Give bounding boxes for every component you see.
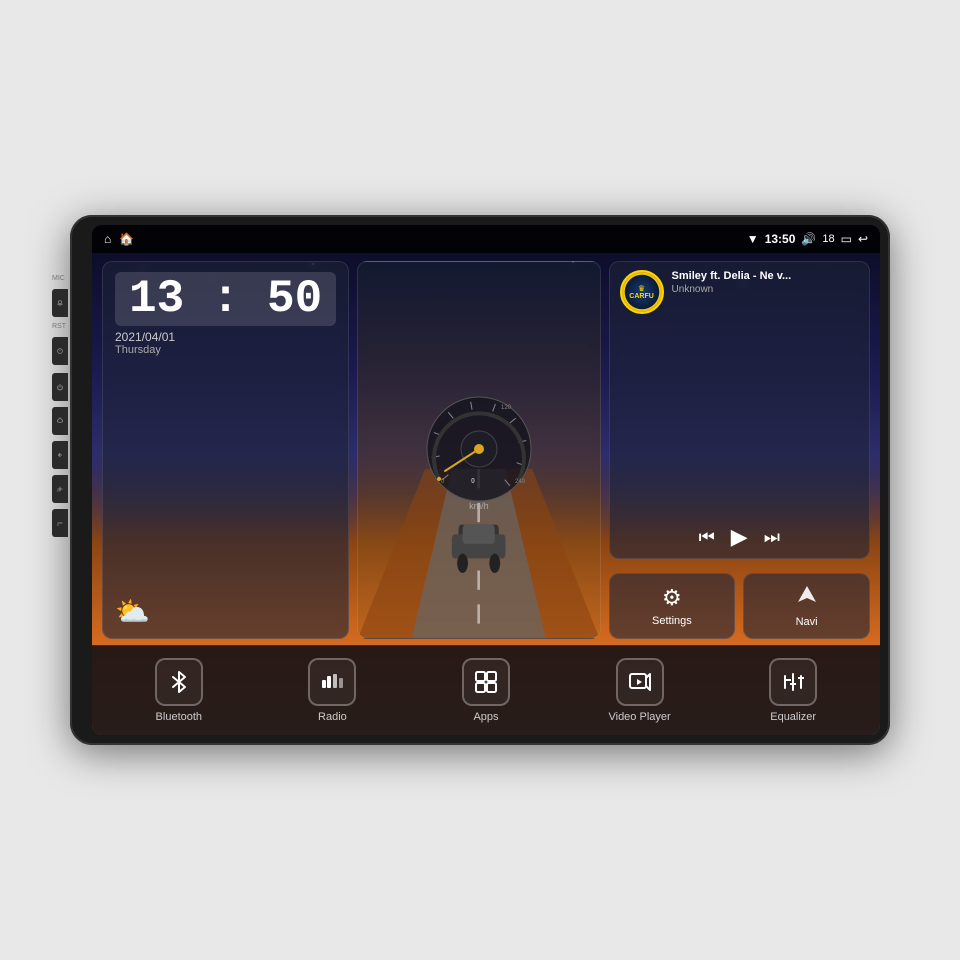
status-right: ▼ 13:50 🔊 18 ▭ ↩ <box>747 232 868 246</box>
vol-up-button[interactable]: 4+ <box>52 475 68 503</box>
side-buttons: MIC RST 4+ 4- <box>52 275 68 537</box>
music-controls: ⏮ ▶ ⏭ <box>620 524 859 550</box>
status-left: ⌂ 🏠 <box>104 232 134 246</box>
music-artist: Unknown <box>672 284 859 295</box>
status-bar: ⌂ 🏠 ▼ 13:50 🔊 18 ▭ ↩ <box>92 225 880 253</box>
speedometer-svg: 0 120 240 0 <box>419 389 539 509</box>
power-button[interactable] <box>52 373 68 401</box>
status-time: 13:50 <box>765 232 796 246</box>
navi-label: Navi <box>796 616 818 628</box>
svg-text:120: 120 <box>501 405 512 411</box>
radio-icon-box <box>308 658 356 706</box>
radio-button[interactable]: Radio <box>256 658 410 723</box>
main-screen: ⌂ 🏠 ▼ 13:50 🔊 18 ▭ ↩ <box>92 225 880 735</box>
clock-day: Thursday <box>115 344 336 356</box>
svg-text:4+: 4+ <box>57 489 61 493</box>
home-side-button[interactable] <box>52 407 68 435</box>
bluetooth-button[interactable]: Bluetooth <box>102 658 256 723</box>
settings-button[interactable]: ⚙ Settings <box>609 573 736 639</box>
equalizer-icon-box <box>769 658 817 706</box>
navi-icon <box>796 584 818 612</box>
bluetooth-label: Bluetooth <box>156 711 202 723</box>
rst-label: RST <box>52 323 68 330</box>
video-label: Video Player <box>608 711 670 723</box>
equalizer-label: Equalizer <box>770 711 816 723</box>
rst-button[interactable] <box>52 337 68 365</box>
logo-text: CARFU <box>629 293 654 300</box>
next-button[interactable]: ⏭ <box>764 527 780 548</box>
settings-label: Settings <box>652 615 692 627</box>
equalizer-icon <box>781 670 805 694</box>
music-title: Smiley ft. Delia - Ne v... <box>672 270 859 282</box>
radio-label: Radio <box>318 711 347 723</box>
weather-icon: ⛅ <box>115 595 336 628</box>
video-button[interactable]: Video Player <box>563 658 717 723</box>
navi-button[interactable]: Navi <box>743 573 870 639</box>
video-icon <box>628 670 652 694</box>
bottom-bar: Bluetooth Radio <box>92 645 880 735</box>
equalizer-button[interactable]: Equalizer <box>716 658 870 723</box>
car-stereo-device: MIC RST 4+ 4- ⌂ 🏠 <box>70 215 890 745</box>
music-logo: ♛ CARFU <box>620 270 664 314</box>
volume-icon: 🔊 <box>801 232 816 246</box>
right-col: ♛ CARFU Smiley ft. Delia - Ne v... Unkno… <box>609 261 870 639</box>
apps-label: Apps <box>473 711 498 723</box>
widgets-row: 13 : 50 2021/04/01 Thursday ⛅ <box>92 253 880 645</box>
speedometer-widget: 0 120 240 0 km/h <box>357 261 600 639</box>
apps-button[interactable]: Apps <box>409 658 563 723</box>
radio-icon <box>320 670 344 694</box>
back-side-button[interactable] <box>52 441 68 469</box>
prev-button[interactable]: ⏮ <box>699 527 715 548</box>
svg-text:0: 0 <box>471 478 475 485</box>
bluetooth-icon <box>167 670 191 694</box>
home-icon[interactable]: ⌂ <box>104 232 111 246</box>
wifi-icon: ▼ <box>747 232 759 246</box>
music-info: Smiley ft. Delia - Ne v... Unknown <box>672 270 859 295</box>
mic-label: MIC <box>52 275 68 282</box>
volume-level: 18 <box>822 233 834 245</box>
battery-icon: ▭ <box>841 232 852 246</box>
house-icon[interactable]: 🏠 <box>119 232 134 246</box>
music-top: ♛ CARFU Smiley ft. Delia - Ne v... Unkno… <box>620 270 859 314</box>
settings-navi-row: ⚙ Settings Navi <box>609 573 870 639</box>
svg-text:240: 240 <box>515 479 526 485</box>
apps-icon <box>474 670 498 694</box>
main-content: 13 : 50 2021/04/01 Thursday ⛅ <box>92 253 880 735</box>
speed-unit: km/h <box>469 501 489 511</box>
apps-icon-box <box>462 658 510 706</box>
back-icon[interactable]: ↩ <box>858 232 868 246</box>
vol-down-button[interactable]: 4- <box>52 509 68 537</box>
bluetooth-icon-box <box>155 658 203 706</box>
svg-text:4-: 4- <box>57 523 60 527</box>
play-button[interactable]: ▶ <box>731 524 748 550</box>
settings-icon: ⚙ <box>662 585 682 611</box>
music-widget: ♛ CARFU Smiley ft. Delia - Ne v... Unkno… <box>609 261 870 559</box>
clock-time: 13 : 50 <box>115 272 336 326</box>
clock-widget: 13 : 50 2021/04/01 Thursday ⛅ <box>102 261 349 639</box>
clock-date: 2021/04/01 <box>115 330 336 344</box>
mic-button[interactable] <box>52 289 68 317</box>
video-icon-box <box>616 658 664 706</box>
